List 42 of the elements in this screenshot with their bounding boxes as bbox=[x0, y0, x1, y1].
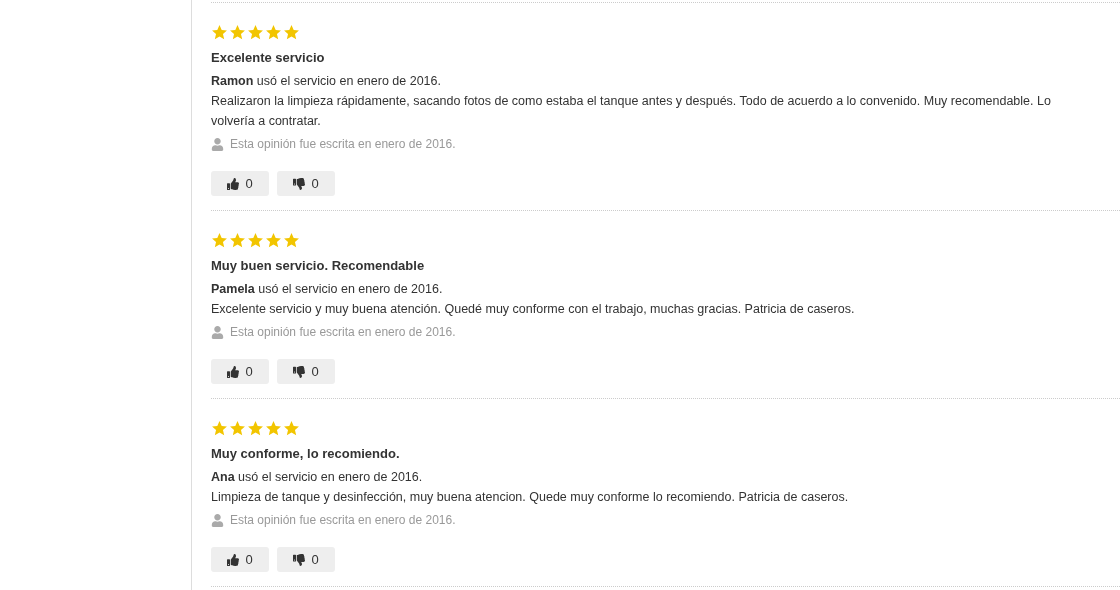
author-line: Pamela usó el servicio en enero de 2016. bbox=[211, 281, 443, 298]
star-icon bbox=[283, 232, 300, 249]
written-date: Esta opinión fue escrita en enero de 2016. bbox=[230, 512, 456, 529]
review-title: Excelente servicio bbox=[211, 49, 325, 67]
star-icon bbox=[247, 232, 264, 249]
like-button[interactable]: 0 bbox=[211, 171, 269, 196]
like-button[interactable]: 0 bbox=[211, 547, 269, 572]
star-icon bbox=[247, 24, 264, 41]
written-date: Esta opinión fue escrita en enero de 2016. bbox=[230, 136, 456, 153]
review-text: Excelente servicio y muy buena atención. Quedé muy conforme con el trabajo, muchas gracias. Patricia de caseros. bbox=[211, 301, 855, 318]
star-icon bbox=[265, 420, 282, 437]
thumbs-up-icon bbox=[227, 365, 240, 378]
author-line: Ramon usó el servicio en enero de 2016. bbox=[211, 73, 441, 90]
author-line: Ana usó el servicio en enero de 2016. bbox=[211, 469, 423, 486]
star-icon bbox=[247, 420, 264, 437]
star-icon bbox=[211, 232, 228, 249]
thumbs-down-icon bbox=[293, 365, 306, 378]
review-text: Realizaron la limpieza rápidamente, sacando fotos de como estaba el tanque antes y después. Todo de acuerdo a lo convenido. Muy recomendable. Lo volvería a contratar. bbox=[211, 93, 1052, 130]
user-icon bbox=[211, 137, 224, 151]
dislike-button[interactable]: 0 bbox=[277, 171, 335, 196]
thumbs-down-icon bbox=[293, 177, 306, 190]
thumbs-up-icon bbox=[227, 553, 240, 566]
thumbs-up-icon bbox=[227, 177, 240, 190]
user-icon bbox=[211, 325, 224, 339]
review-title: Muy buen servicio. Recomendable bbox=[211, 257, 425, 275]
written-date: Esta opinión fue escrita en enero de 2016. bbox=[230, 324, 456, 341]
review-text: Limpieza de tanque y desinfección, muy buena atencion. Quede muy conforme lo recomiendo. Patricia de caseros. bbox=[211, 489, 849, 506]
star-icon bbox=[229, 232, 246, 249]
review-title: Muy conforme, lo recomiendo. bbox=[211, 445, 400, 463]
star-icon bbox=[211, 420, 228, 437]
star-icon bbox=[229, 24, 246, 41]
star-icon bbox=[229, 420, 246, 437]
star-icon bbox=[265, 24, 282, 41]
user-icon bbox=[211, 513, 224, 527]
dislike-button[interactable]: 0 bbox=[277, 547, 335, 572]
star-icon bbox=[211, 24, 228, 41]
thumbs-down-icon bbox=[293, 553, 306, 566]
star-icon bbox=[265, 232, 282, 249]
star-icon bbox=[283, 24, 300, 41]
dislike-button[interactable]: 0 bbox=[277, 359, 335, 384]
star-icon bbox=[283, 420, 300, 437]
like-button[interactable]: 0 bbox=[211, 359, 269, 384]
